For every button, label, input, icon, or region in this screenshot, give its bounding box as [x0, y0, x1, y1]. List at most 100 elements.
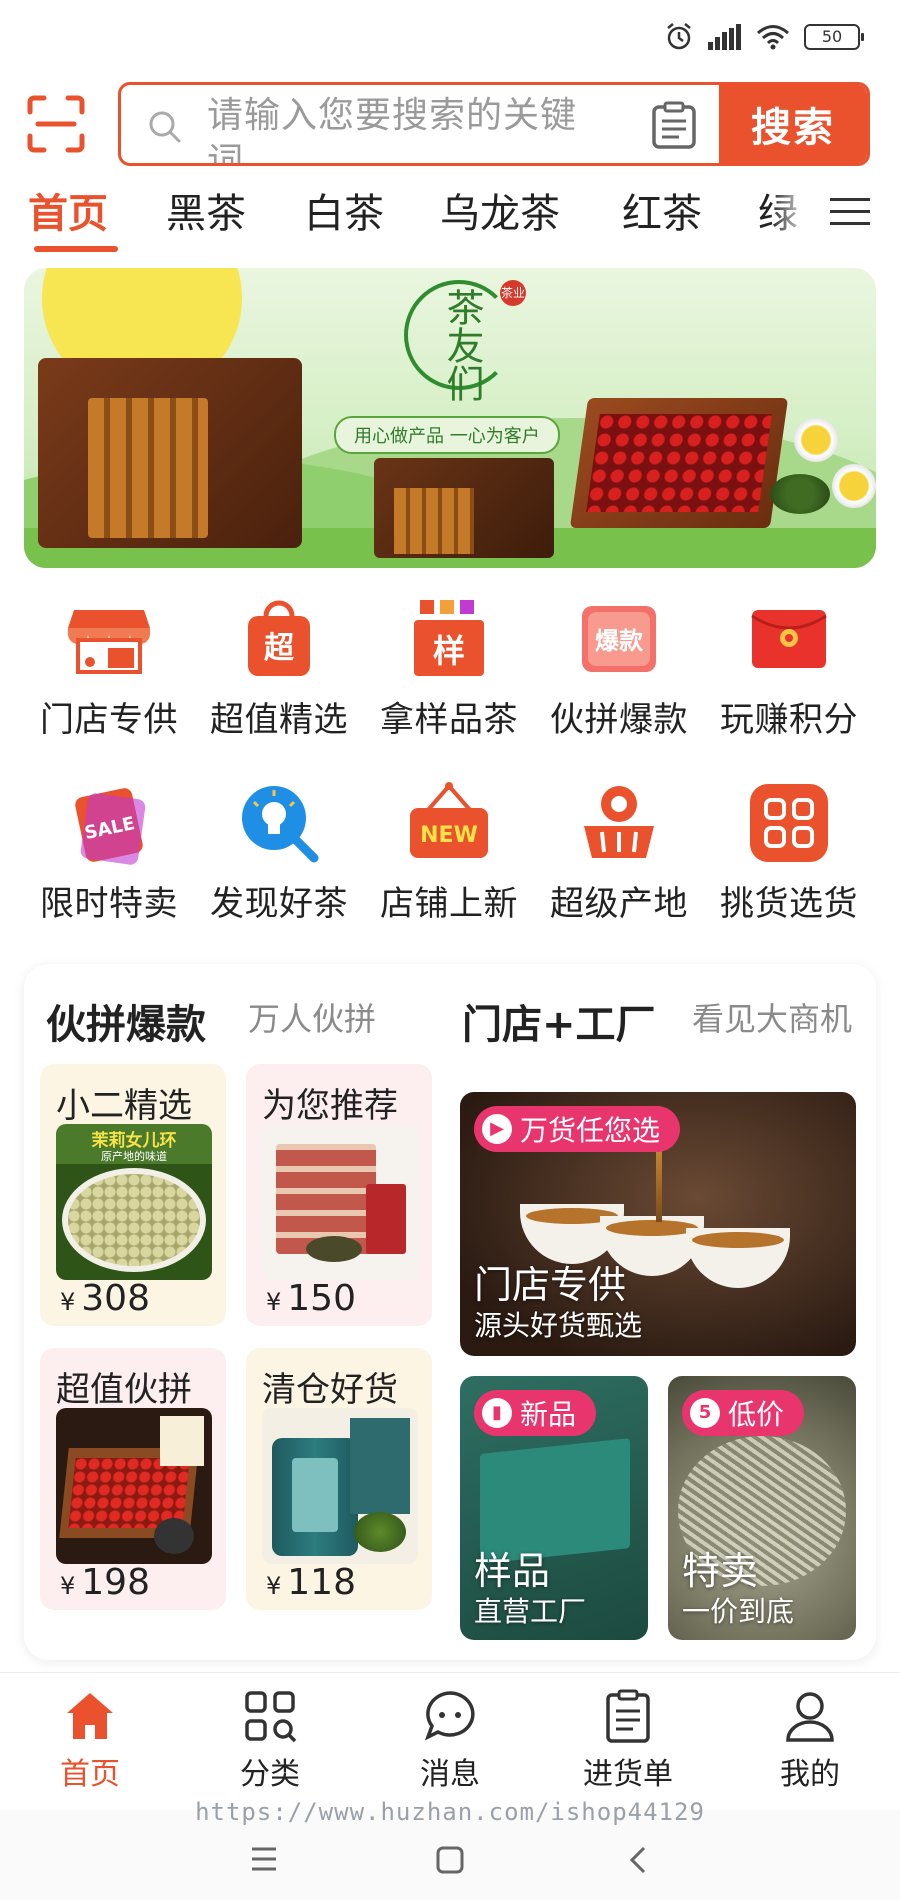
battery-icon: 50 — [804, 24, 864, 50]
product-card-title: 为您推荐 — [262, 1086, 398, 1126]
gift-box-image — [56, 1408, 212, 1564]
menu-icon[interactable] — [830, 198, 870, 234]
product-price: ¥118 — [266, 1562, 356, 1603]
status-bar: 50 — [0, 0, 900, 72]
nav-label: 消息 — [420, 1757, 480, 1792]
svg-text:样: 样 — [433, 632, 465, 670]
category-tabs: 首页 黑茶 白茶 乌龙茶 红茶 绿 — [0, 184, 900, 256]
nav-label: 分类 — [240, 1757, 300, 1792]
grid-item-flash-sale[interactable]: SALE 限时特卖 — [24, 780, 194, 925]
nav-label: 进货单 — [583, 1757, 673, 1792]
grid-label: 玩赚积分 — [720, 700, 858, 740]
gift-box-image — [38, 358, 302, 548]
product-card[interactable]: 超值伙拼 ¥198 — [40, 1348, 226, 1610]
jasmine-tea-image: 茉莉女儿环 原产地的味道 — [56, 1124, 212, 1280]
red-envelope-icon — [746, 596, 832, 682]
nav-home[interactable]: 首页 — [20, 1687, 160, 1793]
promo-banner[interactable]: 茶友们 茶业 用心做产品 一心为客户 — [24, 268, 876, 568]
tea-leaves-image — [770, 474, 830, 514]
store-supply-promo[interactable]: ▶ 万货任您选 门店专供 源头好货甄选 — [460, 1092, 856, 1356]
product-price: ¥150 — [266, 1278, 356, 1319]
grid-item-super-value[interactable]: 超 超值精选 — [194, 596, 364, 741]
special-sale-promo[interactable]: 5 低价 特卖 一价到底 — [668, 1376, 856, 1640]
select-goods-icon — [746, 780, 832, 866]
grid-label: 店铺上新 — [380, 884, 518, 924]
search-button[interactable]: 搜索 — [719, 85, 867, 163]
back-icon[interactable] — [628, 1846, 648, 1874]
grid-label: 限时特卖 — [40, 884, 178, 924]
watermark: https://www.huzhan.com/ishop44129 — [195, 1798, 705, 1826]
grid-item-points[interactable]: 玩赚积分 — [704, 596, 874, 741]
product-card[interactable]: 为您推荐 ¥150 — [246, 1064, 432, 1326]
tab-oolong-tea[interactable]: 乌龙茶 — [440, 184, 560, 244]
product-price: ¥198 — [60, 1562, 150, 1603]
promo-subtitle: 一价到底 — [682, 1595, 795, 1628]
search-input[interactable]: 请输入您要搜索的关键词 — [207, 93, 607, 163]
grid-label: 超值精选 — [210, 700, 348, 740]
promo-title: 门店专供 — [474, 1263, 627, 1307]
scan-icon[interactable] — [26, 94, 86, 154]
tab-black-tea[interactable]: 红茶 — [622, 184, 702, 244]
feature-grid-row: 门店专供 超 超值精选 样 拿样品茶 爆款 伙拼爆款 玩赚积分 — [0, 596, 900, 766]
nav-category[interactable]: 分类 — [200, 1687, 340, 1793]
product-card[interactable]: 小二精选 茉莉女儿环 原产地的味道 ¥308 — [40, 1064, 226, 1326]
svg-text:爆款: 爆款 — [595, 627, 644, 655]
signal-icon — [708, 24, 741, 50]
grid-item-origin[interactable]: 超级产地 — [534, 780, 704, 925]
grid-item-sample[interactable]: 样 拿样品茶 — [364, 596, 534, 741]
tab-home[interactable]: 首页 — [28, 184, 108, 244]
clipboard-icon[interactable] — [651, 101, 697, 149]
grid-label: 门店专供 — [40, 700, 178, 740]
tea-cup-image — [794, 418, 838, 462]
search-box[interactable]: 请输入您要搜索的关键词 搜索 — [118, 82, 870, 166]
search-row: 请输入您要搜索的关键词 搜索 — [0, 82, 900, 168]
storefront-icon — [66, 596, 152, 682]
nav-purchase-list[interactable]: 进货单 — [558, 1687, 698, 1793]
product-card-title: 清仓好货 — [262, 1370, 398, 1410]
gift-box-image — [569, 398, 789, 528]
chart-icon: ▮ — [482, 1398, 512, 1428]
tea-cup-image — [832, 464, 876, 508]
svg-text:NEW: NEW — [420, 823, 478, 848]
profile-icon — [740, 1687, 880, 1745]
recent-apps-icon[interactable] — [250, 1846, 278, 1872]
grid-item-pick-goods[interactable]: 挑货选货 — [704, 780, 874, 925]
tab-active-indicator — [34, 246, 118, 252]
home-button-icon[interactable] — [436, 1846, 464, 1874]
basket-pin-icon — [576, 780, 662, 866]
product-card-title: 小二精选 — [56, 1086, 192, 1126]
factory-subtitle: 看见大商机 — [692, 1000, 853, 1038]
low-price-tag: 5 低价 — [682, 1390, 805, 1436]
product-price: ¥308 — [60, 1278, 150, 1319]
nav-profile[interactable]: 我的 — [740, 1687, 880, 1793]
promo-subtitle: 直营工厂 — [474, 1595, 587, 1628]
grid-item-hot-deal[interactable]: 爆款 伙拼爆款 — [534, 596, 704, 741]
all-goods-tag: ▶ 万货任您选 — [474, 1106, 681, 1152]
product-card[interactable]: 清仓好货 ¥118 — [246, 1348, 432, 1610]
factory-title[interactable]: 门店+工厂 — [462, 992, 656, 1050]
wifi-icon — [757, 25, 789, 50]
grid-item-store-supply[interactable]: 门店专供 — [24, 596, 194, 741]
category-icon — [200, 1687, 340, 1745]
sale-tag-icon: SALE — [66, 780, 152, 866]
sample-promo[interactable]: ▮ 新品 样品 直营工厂 — [460, 1376, 648, 1640]
tab-dark-tea[interactable]: 黑茶 — [166, 184, 246, 244]
search-icon — [149, 111, 181, 143]
sample-icon: 样 — [406, 596, 492, 682]
order-list-icon — [558, 1687, 698, 1745]
tab-white-tea[interactable]: 白茶 — [304, 184, 384, 244]
new-sign-icon: NEW — [406, 780, 492, 866]
gift-box-image — [374, 458, 554, 558]
product-card-title: 超值伙拼 — [56, 1370, 192, 1410]
nav-messages[interactable]: 消息 — [380, 1687, 520, 1793]
grid-item-discover-tea[interactable]: 发现好茶 — [194, 780, 364, 925]
nav-label: 我的 — [780, 1757, 840, 1792]
group-buy-title[interactable]: 伙拼爆款 — [46, 992, 206, 1050]
grid-label: 伙拼爆款 — [550, 700, 688, 740]
message-icon — [380, 1687, 520, 1745]
status-icons: 50 — [664, 22, 864, 52]
feature-grid-row: SALE 限时特卖 发现好茶 NEW 店铺上新 超级产地 挑货选货 — [0, 780, 900, 950]
tea-cup-image — [686, 1228, 790, 1288]
grid-item-new-arrivals[interactable]: NEW 店铺上新 — [364, 780, 534, 925]
svg-text:超: 超 — [264, 631, 295, 666]
